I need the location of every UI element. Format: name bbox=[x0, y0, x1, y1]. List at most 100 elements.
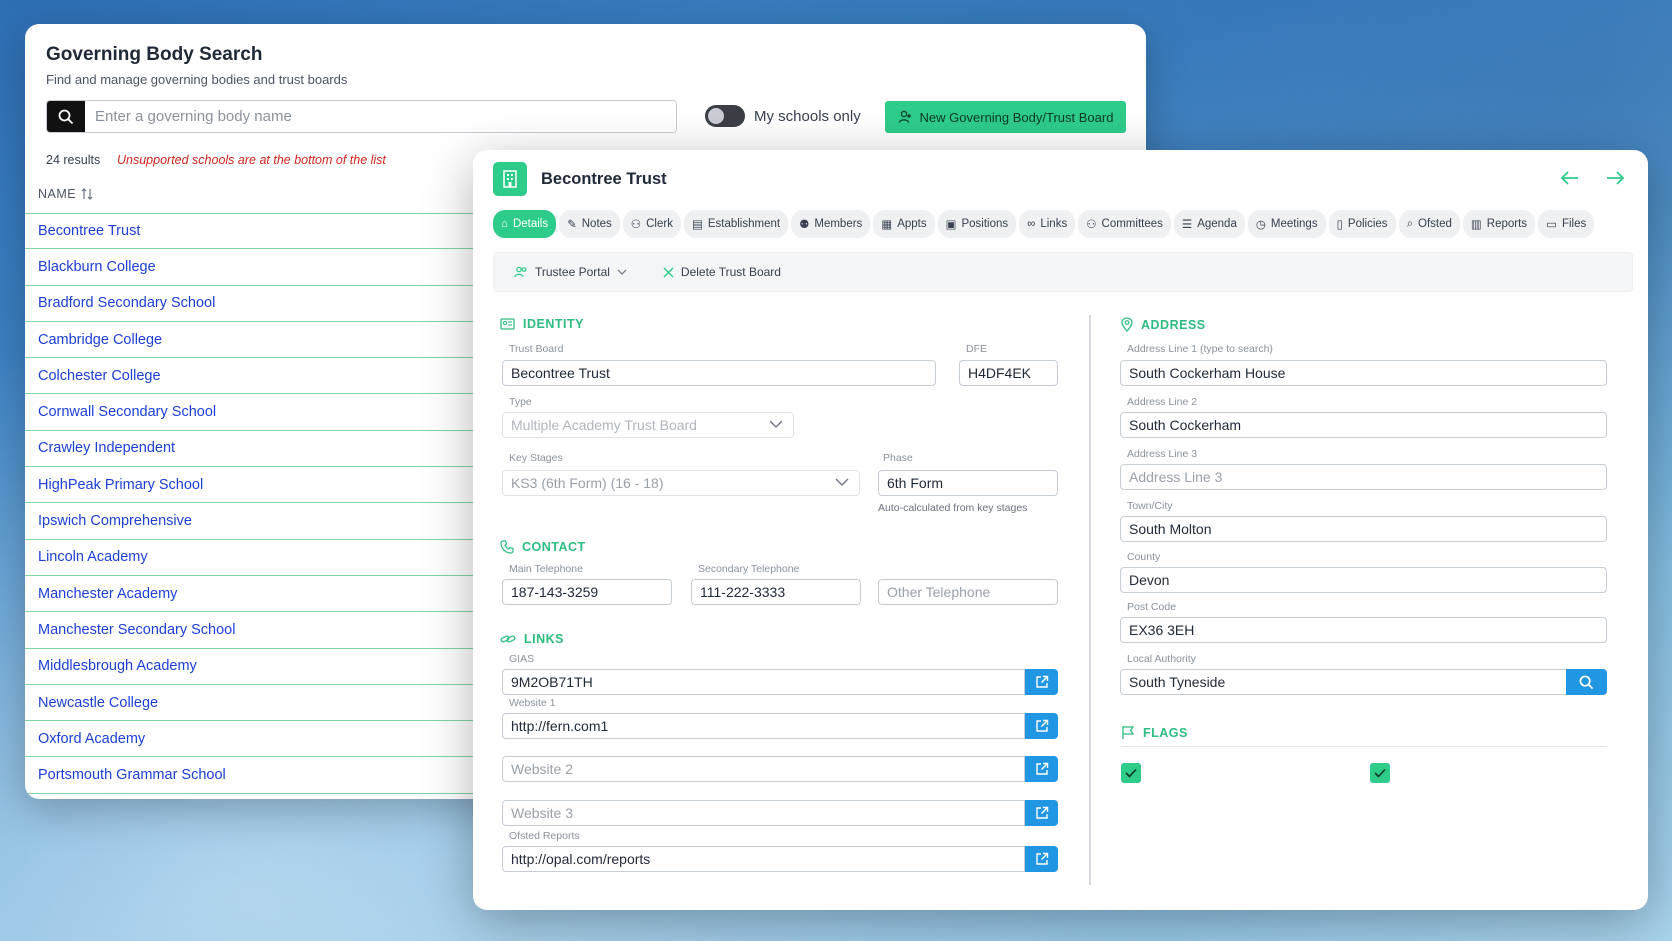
chart-icon: ▥ bbox=[1470, 219, 1482, 231]
gias-open-button[interactable] bbox=[1025, 669, 1058, 695]
address-line2-field[interactable]: South Cockerham bbox=[1120, 412, 1607, 438]
flag-checkbox-1[interactable] bbox=[1121, 763, 1141, 783]
name-column-header[interactable]: NAME bbox=[38, 187, 94, 201]
tab-establishment[interactable]: ▤ Establishment bbox=[683, 210, 789, 238]
postcode-field[interactable]: EX36 3EH bbox=[1120, 617, 1607, 643]
add-user-icon bbox=[898, 110, 911, 123]
my-schools-toggle[interactable] bbox=[705, 105, 745, 127]
dfe-field[interactable]: H4DF4EK bbox=[959, 360, 1058, 386]
tab-agenda[interactable]: ☰ Agenda bbox=[1173, 210, 1245, 238]
tab-clerk[interactable]: ⚇ Clerk bbox=[622, 210, 681, 238]
list-item[interactable]: Bradford Secondary School bbox=[25, 286, 475, 322]
flag-icon bbox=[1122, 726, 1135, 739]
local-authority-search-button[interactable] bbox=[1566, 669, 1607, 695]
website1-field[interactable]: http://fern.com1 bbox=[502, 713, 1025, 739]
ofsted-reports-field[interactable]: http://opal.com/reports bbox=[502, 846, 1025, 872]
toggle-knob bbox=[708, 108, 724, 124]
key-stages-select[interactable]: KS3 (6th Form) (16 - 18) bbox=[502, 470, 860, 496]
external-link-icon bbox=[1035, 719, 1048, 732]
phase-label: Phase bbox=[883, 452, 913, 464]
action-bar: Trustee Portal Delete Trust Board bbox=[493, 252, 1633, 292]
gias-field[interactable]: 9M2OB71TH bbox=[502, 669, 1025, 695]
tab-reports[interactable]: ▥ Reports bbox=[1462, 210, 1536, 238]
next-button[interactable] bbox=[1601, 164, 1629, 192]
county-field[interactable]: Devon bbox=[1120, 567, 1607, 593]
tab-links[interactable]: ∞ Links bbox=[1019, 210, 1076, 238]
list-item[interactable]: Manchester Academy bbox=[25, 576, 475, 613]
tab-members[interactable]: ⚉ Members bbox=[791, 210, 871, 238]
tab-details[interactable]: ⌂ Details bbox=[493, 210, 557, 238]
list-item[interactable]: Colchester College bbox=[25, 358, 475, 395]
list-item[interactable]: Manchester Secondary School bbox=[25, 612, 475, 649]
search-icon bbox=[1579, 675, 1594, 689]
close-icon bbox=[663, 267, 674, 277]
address-line1-field[interactable]: South Cockerham House bbox=[1120, 360, 1607, 386]
list-item[interactable]: Middlesbrough Academy bbox=[25, 649, 475, 685]
results-note: Unsupported schools are at the bottom of… bbox=[117, 153, 386, 167]
list-item[interactable]: Becontree Trust bbox=[25, 213, 475, 250]
external-link-icon bbox=[1035, 806, 1048, 819]
website3-open-button[interactable] bbox=[1025, 800, 1058, 826]
type-select[interactable]: Multiple Academy Trust Board bbox=[502, 412, 794, 438]
id-card-icon bbox=[500, 318, 515, 330]
phase-field[interactable]: 6th Form bbox=[878, 470, 1058, 496]
list-item[interactable]: Ipswich Comprehensive bbox=[25, 503, 475, 540]
arrow-left-icon bbox=[1560, 171, 1578, 185]
tab-positions[interactable]: ▣ Positions bbox=[937, 210, 1017, 238]
phone-icon bbox=[500, 540, 514, 554]
list-item[interactable]: HighPeak Primary School bbox=[25, 467, 475, 504]
delete-trust-board-button[interactable]: Delete Trust Board bbox=[663, 265, 781, 279]
tab-files[interactable]: ▭ Files bbox=[1538, 210, 1595, 238]
other-telephone-field[interactable]: Other Telephone bbox=[878, 579, 1058, 605]
trust-board-field[interactable]: Becontree Trust bbox=[502, 360, 936, 386]
town-label: Town/City bbox=[1127, 500, 1173, 512]
list-item[interactable]: Blackburn College bbox=[25, 249, 475, 286]
link-icon bbox=[500, 635, 516, 643]
secondary-telephone-field[interactable]: 111-222-3333 bbox=[691, 579, 861, 605]
website2-open-button[interactable] bbox=[1025, 756, 1058, 782]
tab-notes[interactable]: ✎ Notes bbox=[559, 210, 620, 238]
list-item[interactable]: Lincoln Academy bbox=[25, 540, 475, 576]
group-icon: ⚇ bbox=[1086, 219, 1097, 231]
search-input[interactable] bbox=[85, 101, 676, 132]
ofsted-open-button[interactable] bbox=[1025, 846, 1058, 872]
website2-field[interactable]: Website 2 bbox=[502, 756, 1025, 782]
sort-icon bbox=[81, 188, 93, 200]
check-icon bbox=[1374, 768, 1386, 778]
tab-bar: ⌂ Details ✎ Notes ⚇ Clerk ▤ Establishment ⚉ M… bbox=[493, 210, 1595, 238]
tab-policies[interactable]: ▯ Policies bbox=[1328, 210, 1396, 238]
new-governing-body-button[interactable]: New Governing Body/Trust Board bbox=[885, 101, 1126, 133]
chevron-down-icon bbox=[769, 420, 783, 428]
pencil-icon: ✎ bbox=[567, 219, 577, 231]
list-item[interactable]: Cornwall Secondary School bbox=[25, 394, 475, 431]
list-item[interactable]: Oxford Academy bbox=[25, 721, 475, 758]
page-subtitle: Find and manage governing bodies and tru… bbox=[46, 72, 348, 87]
list-item[interactable]: Newcastle College bbox=[25, 685, 475, 722]
toggle-label: My schools only bbox=[754, 108, 861, 125]
tab-committees[interactable]: ⚇ Committees bbox=[1078, 210, 1171, 238]
calendar-icon: ▦ bbox=[881, 219, 893, 231]
tab-appts[interactable]: ▦ Appts bbox=[873, 210, 935, 238]
list-item[interactable]: Crawley Independent bbox=[25, 431, 475, 468]
list-item[interactable]: Portsmouth Grammar School bbox=[25, 757, 475, 794]
address-section-heading: ADDRESS bbox=[1121, 317, 1206, 332]
check-icon bbox=[1125, 768, 1137, 778]
main-telephone-label: Main Telephone bbox=[509, 563, 583, 575]
website1-open-button[interactable] bbox=[1025, 713, 1058, 739]
chevron-down-icon bbox=[835, 478, 849, 486]
list-item[interactable]: Cambridge College bbox=[25, 322, 475, 359]
website3-field[interactable]: Website 3 bbox=[502, 800, 1025, 826]
address-line3-label: Address Line 3 bbox=[1127, 448, 1198, 460]
previous-button[interactable] bbox=[1556, 164, 1584, 192]
tab-ofsted[interactable]: ⌕ Ofsted bbox=[1398, 210, 1460, 238]
local-authority-field[interactable]: South Tyneside bbox=[1120, 669, 1574, 695]
external-link-icon bbox=[1035, 675, 1048, 688]
address-line3-field[interactable]: Address Line 3 bbox=[1120, 464, 1607, 490]
trustee-portal-dropdown[interactable]: Trustee Portal bbox=[514, 265, 627, 279]
town-field[interactable]: South Molton bbox=[1120, 516, 1607, 542]
tab-meetings[interactable]: ◷ Meetings bbox=[1247, 210, 1326, 238]
search-button[interactable] bbox=[47, 101, 85, 132]
main-telephone-field[interactable]: 187-143-3259 bbox=[502, 579, 672, 605]
local-authority-label: Local Authority bbox=[1127, 653, 1196, 665]
flag-checkbox-2[interactable] bbox=[1370, 763, 1390, 783]
